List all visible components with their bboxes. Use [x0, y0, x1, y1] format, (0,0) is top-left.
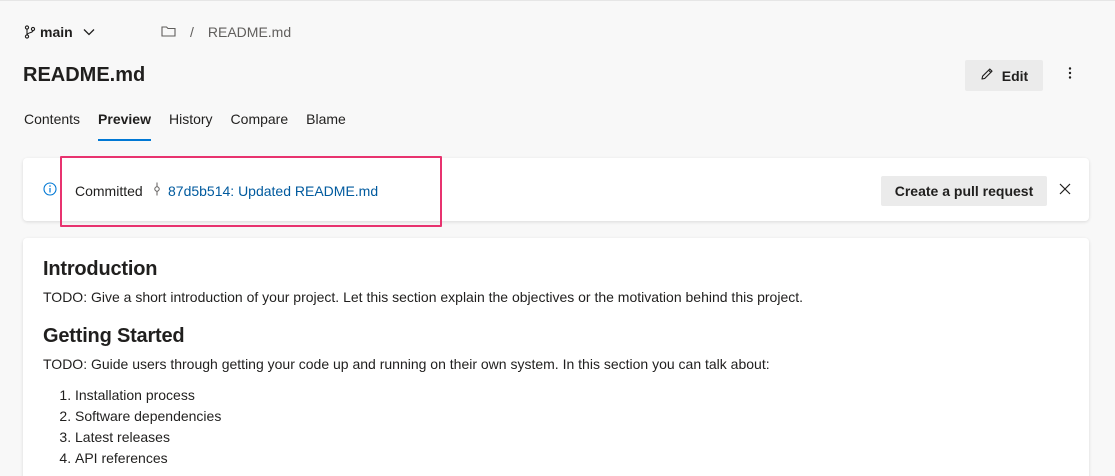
readme-preview: Introduction TODO: Give a short introduc…	[23, 238, 1089, 476]
getting-started-text: TODO: Guide users through getting your c…	[43, 356, 770, 372]
create-pull-request-button[interactable]: Create a pull request	[881, 176, 1047, 206]
file-view-page: main / README.md README.md Edit Contents…	[0, 0, 1115, 476]
topbar: main / README.md	[24, 21, 291, 43]
tab-blame[interactable]: Blame	[306, 109, 346, 141]
branch-selector[interactable]: main	[24, 24, 95, 40]
list-item: API references	[75, 448, 1069, 469]
tab-compare[interactable]: Compare	[231, 109, 289, 141]
intro-heading: Introduction	[43, 258, 158, 280]
breadcrumb-file: README.md	[207, 24, 292, 40]
getting-started-heading: Getting Started	[43, 325, 185, 347]
page-title: README.md	[23, 64, 146, 86]
tab-history[interactable]: History	[169, 109, 213, 141]
branch-icon	[24, 25, 36, 39]
commit-icon	[153, 182, 161, 201]
breadcrumb: / README.md	[161, 21, 291, 43]
edit-button-label: Edit	[1001, 67, 1029, 84]
edit-button[interactable]: Edit	[965, 60, 1043, 91]
tab-preview[interactable]: Preview	[98, 109, 151, 141]
getting-started-list: Installation process Software dependenci…	[43, 385, 1069, 469]
list-item: Software dependencies	[75, 406, 1069, 427]
commit-link[interactable]: 87d5b514: Updated README.md	[168, 183, 378, 199]
pencil-icon	[980, 67, 994, 84]
close-icon	[1059, 182, 1071, 200]
intro-text: TODO: Give a short introduction of your …	[43, 289, 804, 305]
info-icon	[43, 182, 57, 201]
file-tabs: Contents Preview History Compare Blame	[24, 109, 364, 141]
more-vertical-icon	[1068, 66, 1072, 85]
branch-name: main	[40, 24, 73, 40]
list-item: Latest releases	[75, 427, 1069, 448]
chevron-down-icon	[83, 28, 95, 36]
commit-banner: Committed 87d5b514: Updated README.md Cr…	[23, 156, 1089, 227]
close-banner-button[interactable]	[1055, 181, 1075, 201]
folder-icon[interactable]	[161, 24, 176, 40]
tab-contents[interactable]: Contents	[24, 109, 80, 141]
more-options-button[interactable]	[1058, 63, 1082, 87]
breadcrumb-separator: /	[190, 24, 194, 40]
commit-status: Committed	[75, 183, 143, 199]
list-item: Installation process	[75, 385, 1069, 406]
